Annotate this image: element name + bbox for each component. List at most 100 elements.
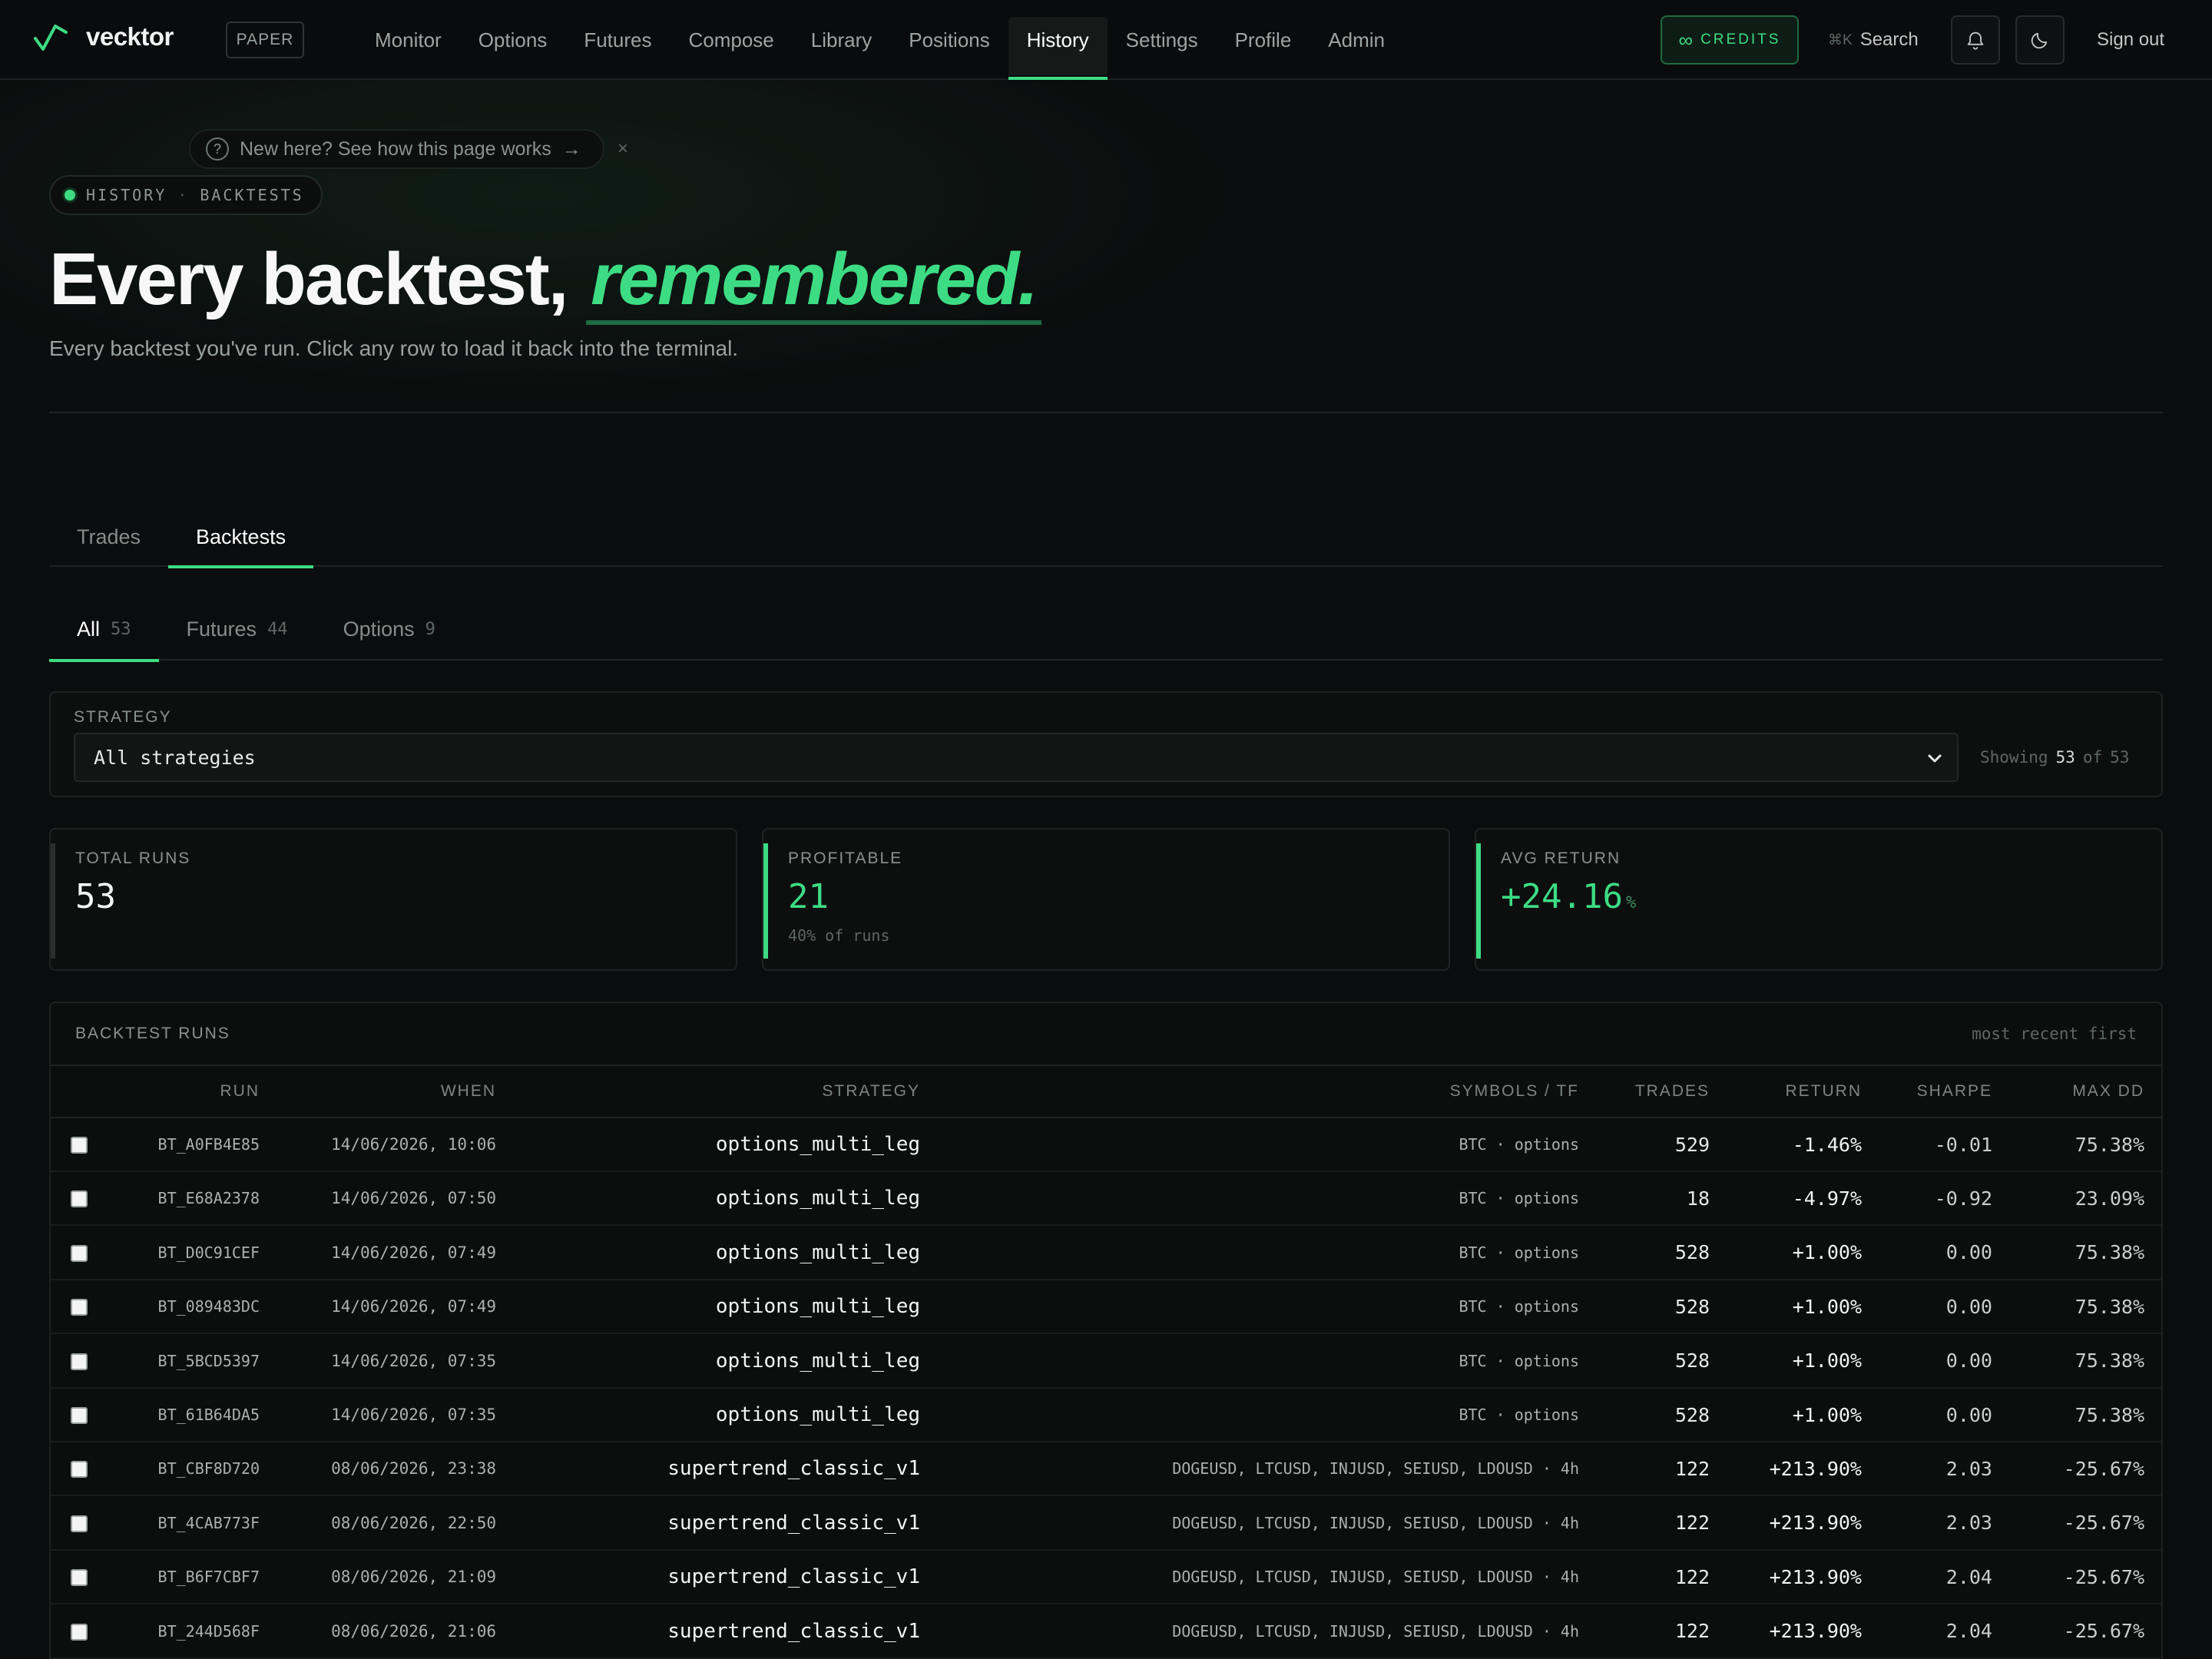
col-sharpe[interactable]: SHARPE <box>1917 1066 1992 1117</box>
row-checkbox[interactable] <box>71 1515 88 1532</box>
strategy-name: options_multi_leg <box>715 1133 920 1156</box>
table-sort-note: most recent first <box>1972 1025 2137 1043</box>
row-checkbox[interactable] <box>71 1244 88 1262</box>
main-nav: Monitor Options Futures Compose Library … <box>356 0 1403 80</box>
symbols-timeframe: BTC · options <box>1459 1135 1579 1154</box>
table-row[interactable]: BT_A0FB4E85 14/06/2026, 10:06 options_mult… <box>51 1118 2161 1172</box>
col-run[interactable]: RUN <box>220 1066 260 1117</box>
run-id: BT_61B64DA5 <box>157 1406 260 1424</box>
symbols-timeframe: DOGEUSD, LTCUSD, INJUSD, SEIUSD, LDOUSD … <box>1172 1621 1579 1641</box>
nav-monitor[interactable]: Monitor <box>356 0 460 80</box>
top-nav: vecktor PAPER Monitor Options Futures Co… <box>0 0 2212 80</box>
stat-avg-return: AVG RETURN +24.16% <box>1475 828 2163 971</box>
return-value: +1.00% <box>1792 1241 1862 1264</box>
theme-toggle-button[interactable] <box>2015 15 2065 65</box>
strategy-select[interactable]: All strategies <box>74 733 1959 782</box>
symbols-timeframe: BTC · options <box>1459 1189 1579 1208</box>
row-checkbox[interactable] <box>71 1623 88 1641</box>
symbols-timeframe: DOGEUSD, LTCUSD, INJUSD, SEIUSD, LDOUSD … <box>1172 1459 1579 1479</box>
run-time: 08/06/2026, 23:38 <box>331 1459 496 1479</box>
nav-compose[interactable]: Compose <box>670 0 792 80</box>
strategy-filter-card: STRATEGY All strategies Showing 53 of 53 <box>49 691 2163 797</box>
col-strategy[interactable]: STRATEGY <box>822 1066 920 1117</box>
paper-mode-badge: PAPER <box>226 22 304 58</box>
return-value: +213.90% <box>1769 1512 1862 1535</box>
subtab-all[interactable]: All 53 <box>49 598 159 662</box>
row-checkbox[interactable] <box>71 1299 88 1316</box>
tab-backtests[interactable]: Backtests <box>168 507 314 568</box>
infinity-icon: ∞ <box>1678 28 1694 51</box>
row-checkbox[interactable] <box>71 1137 88 1154</box>
run-id: BT_D0C91CEF <box>157 1243 260 1262</box>
nav-futures[interactable]: Futures <box>565 0 670 80</box>
arrow-right-icon: → <box>561 137 581 160</box>
sign-out-link[interactable]: Sign out <box>2097 22 2164 58</box>
table-row[interactable]: BT_CBF8D720 08/06/2026, 23:38 supertrend_c… <box>51 1442 2161 1497</box>
tab-trades[interactable]: Trades <box>49 507 168 567</box>
table-row[interactable]: BT_E68A2378 14/06/2026, 07:50 options_mult… <box>51 1172 2161 1227</box>
table-title: BACKTEST RUNS <box>75 1025 230 1042</box>
symbols-timeframe: DOGEUSD, LTCUSD, INJUSD, SEIUSD, LDOUSD … <box>1172 1568 1579 1587</box>
run-time: 14/06/2026, 07:35 <box>331 1351 496 1370</box>
sharpe-value: 2.04 <box>1945 1565 1992 1588</box>
run-id: BT_E68A2378 <box>157 1189 260 1208</box>
col-trades[interactable]: TRADES <box>1635 1066 1710 1117</box>
page-title: Every backtest, remembered. <box>49 233 1042 326</box>
nav-history[interactable]: History <box>1008 0 1108 80</box>
nav-positions[interactable]: Positions <box>890 0 1008 80</box>
close-icon[interactable]: × <box>618 138 628 160</box>
subtab-futures[interactable]: Futures 44 <box>159 598 316 661</box>
return-value: +1.00% <box>1792 1349 1862 1373</box>
col-max-dd[interactable]: MAX DD <box>2072 1066 2144 1117</box>
max-drawdown: 75.38% <box>2075 1295 2144 1318</box>
table-row[interactable]: BT_244D568F 08/06/2026, 21:06 supertrend_c… <box>51 1605 2161 1659</box>
table-row[interactable]: BT_5BCD5397 14/06/2026, 07:35 options_mult… <box>51 1335 2161 1389</box>
subtab-options[interactable]: Options 9 <box>316 598 463 661</box>
table-row[interactable]: BT_4CAB773F 08/06/2026, 22:50 supertrend_c… <box>51 1497 2161 1551</box>
return-value: -1.46% <box>1792 1133 1862 1156</box>
return-value: -4.97% <box>1792 1187 1862 1210</box>
showing-count: Showing 53 of 53 <box>1980 748 2130 767</box>
row-checkbox[interactable] <box>71 1569 88 1587</box>
row-checkbox[interactable] <box>71 1190 88 1208</box>
symbols-timeframe: BTC · options <box>1459 1297 1579 1316</box>
table-row[interactable]: BT_D0C91CEF 14/06/2026, 07:49 options_mult… <box>51 1227 2161 1280</box>
strategy-filter-label: STRATEGY <box>74 708 172 726</box>
run-id: BT_089483DC <box>157 1297 260 1316</box>
stat-value: +24.16% <box>1501 877 1637 916</box>
sharpe-value: 0.00 <box>1945 1403 1992 1426</box>
col-return[interactable]: RETURN <box>1786 1066 1863 1117</box>
credits-button[interactable]: ∞ CREDITS <box>1661 15 1799 65</box>
notifications-button[interactable] <box>1951 15 2000 65</box>
help-tip-link[interactable]: ? New here? See how this page works → <box>189 129 604 169</box>
table-row[interactable]: BT_61B64DA5 14/06/2026, 07:35 options_mult… <box>51 1389 2161 1442</box>
search-button[interactable]: ⌘K Search <box>1828 22 1919 58</box>
strategy-name: options_multi_leg <box>715 1295 920 1319</box>
run-id: BT_4CAB773F <box>157 1513 260 1532</box>
nav-settings[interactable]: Settings <box>1108 0 1217 80</box>
breadcrumb: HISTORY · BACKTESTS <box>49 175 323 215</box>
col-symbols[interactable]: SYMBOLS / TF <box>1450 1066 1579 1117</box>
logo-check-icon <box>34 25 68 51</box>
stat-value: 21 <box>788 877 829 916</box>
page-title-accent: remembered. <box>586 238 1042 325</box>
max-drawdown: 75.38% <box>2075 1403 2144 1426</box>
row-checkbox[interactable] <box>71 1353 88 1370</box>
table-row[interactable]: BT_089483DC 14/06/2026, 07:49 options_mult… <box>51 1280 2161 1335</box>
table-header: RUN WHEN STRATEGY SYMBOLS / TF TRADES RE… <box>51 1065 2161 1118</box>
row-checkbox[interactable] <box>71 1407 88 1424</box>
sharpe-value: -0.92 <box>1934 1187 1992 1210</box>
col-when[interactable]: WHEN <box>441 1066 496 1117</box>
return-value: +1.00% <box>1792 1295 1862 1318</box>
run-time: 14/06/2026, 07:49 <box>331 1243 496 1262</box>
trade-count: 122 <box>1674 1512 1710 1535</box>
nav-library[interactable]: Library <box>793 0 890 80</box>
nav-admin[interactable]: Admin <box>1310 0 1403 80</box>
brand-logo[interactable]: vecktor <box>32 20 174 54</box>
symbols-timeframe: DOGEUSD, LTCUSD, INJUSD, SEIUSD, LDOUSD … <box>1172 1513 1579 1532</box>
nav-options[interactable]: Options <box>460 0 566 80</box>
table-row[interactable]: BT_B6F7CBF7 08/06/2026, 21:09 supertrend_c… <box>51 1551 2161 1605</box>
row-checkbox[interactable] <box>71 1461 88 1479</box>
nav-profile[interactable]: Profile <box>1217 0 1310 80</box>
max-drawdown: 23.09% <box>2075 1187 2144 1210</box>
